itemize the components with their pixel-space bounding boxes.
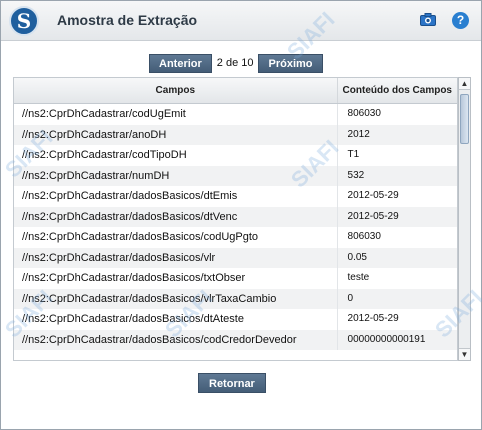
grid-body: //ns2:CprDhCadastrar/codUgEmit 806030//ns… xyxy=(14,104,457,350)
scroll-down-arrow-icon[interactable]: ▼ xyxy=(459,348,470,360)
next-button[interactable]: Próximo xyxy=(258,53,323,73)
field-value-cell: 0.05 xyxy=(347,251,367,263)
table-row[interactable]: //ns2:CprDhCadastrar/numDH 532 xyxy=(14,165,457,186)
table-row[interactable]: //ns2:CprDhCadastrar/dadosBasicos/vlr 0.0… xyxy=(14,247,457,268)
field-value-cell: 2012-05-29 xyxy=(347,210,399,222)
field-value-cell: 806030 xyxy=(347,108,381,119)
field-path-cell: //ns2:CprDhCadastrar/anoDH xyxy=(14,124,338,145)
table-row[interactable]: //ns2:CprDhCadastrar/anoDH 2012 xyxy=(14,124,457,145)
field-value-cell: 2012-05-29 xyxy=(347,313,399,324)
field-value-cell: 2012 xyxy=(347,128,370,140)
previous-button[interactable]: Anterior xyxy=(149,53,212,73)
field-value-cell: teste xyxy=(347,272,370,283)
field-path-cell: //ns2:CprDhCadastrar/dadosBasicos/vlrTax… xyxy=(14,288,338,309)
field-path-cell: //ns2:CprDhCadastrar/dadosBasicos/dtAtes… xyxy=(14,309,338,330)
help-icon[interactable]: ? xyxy=(452,12,469,29)
window-title: Amostra de Extração xyxy=(57,12,198,28)
field-path-cell: //ns2:CprDhCadastrar/dadosBasicos/txtObs… xyxy=(14,268,338,289)
field-path-cell: //ns2:CprDhCadastrar/numDH xyxy=(14,165,338,186)
field-value-cell: 00000000000191 xyxy=(347,333,426,345)
pagination: Anterior 2 de 10 Próximo xyxy=(149,53,323,73)
table-row[interactable]: //ns2:CprDhCadastrar/dadosBasicos/vlrTax… xyxy=(14,288,457,309)
siafi-logo-icon: S xyxy=(9,6,39,36)
field-path-cell: //ns2:CprDhCadastrar/dadosBasicos/dtEmis xyxy=(14,186,338,207)
camera-icon[interactable] xyxy=(420,13,436,26)
scroll-thumb[interactable] xyxy=(460,94,469,144)
field-path-cell: //ns2:CprDhCadastrar/dadosBasicos/codUgP… xyxy=(14,227,338,248)
table-row[interactable]: //ns2:CprDhCadastrar/dadosBasicos/codCre… xyxy=(14,329,457,350)
table-row[interactable]: //ns2:CprDhCadastrar/dadosBasicos/dtAtes… xyxy=(14,309,457,330)
table-row[interactable]: //ns2:CprDhCadastrar/dadosBasicos/codUgP… xyxy=(14,227,457,248)
title-bar: S Amostra de Extração ? xyxy=(1,1,481,41)
field-value-cell: 806030 xyxy=(347,231,381,242)
field-value-cell: 0 xyxy=(347,292,354,304)
column-header-content[interactable]: Conteúdo dos Campos xyxy=(338,78,457,103)
table-row[interactable]: //ns2:CprDhCadastrar/dadosBasicos/dtVenc… xyxy=(14,206,457,227)
field-value-cell: 2012-05-29 xyxy=(347,190,399,201)
field-path-cell: //ns2:CprDhCadastrar/dadosBasicos/codCre… xyxy=(14,329,338,350)
grid-scrollbar[interactable]: ▲ ▼ xyxy=(458,77,471,361)
field-value-cell: 532 xyxy=(347,169,365,181)
field-path-cell: //ns2:CprDhCadastrar/dadosBasicos/vlr xyxy=(14,247,338,268)
grid-header: Campos Conteúdo dos Campos xyxy=(14,78,457,104)
column-header-fields[interactable]: Campos xyxy=(14,78,338,103)
table-row[interactable]: //ns2:CprDhCadastrar/dadosBasicos/txtObs… xyxy=(14,268,457,289)
table-row[interactable]: //ns2:CprDhCadastrar/dadosBasicos/dtEmis… xyxy=(14,186,457,207)
table-row[interactable]: //ns2:CprDhCadastrar/codUgEmit 806030 xyxy=(14,104,457,125)
field-value-cell: T1 xyxy=(347,149,360,160)
field-path-cell: //ns2:CprDhCadastrar/codTipoDH xyxy=(14,145,338,166)
scroll-up-arrow-icon[interactable]: ▲ xyxy=(459,78,470,90)
return-button[interactable]: Retornar xyxy=(198,373,266,393)
table-row[interactable]: //ns2:CprDhCadastrar/codTipoDH T1 xyxy=(14,145,457,166)
fields-grid: Campos Conteúdo dos Campos //ns2:CprDhCa… xyxy=(13,77,458,361)
field-path-cell: //ns2:CprDhCadastrar/dadosBasicos/dtVenc xyxy=(14,206,338,227)
extraction-sample-window: S Amostra de Extração ? Anterior 2 de 10… xyxy=(0,0,482,430)
field-path-cell: //ns2:CprDhCadastrar/codUgEmit xyxy=(14,104,338,125)
page-indicator: 2 de 10 xyxy=(216,57,254,69)
